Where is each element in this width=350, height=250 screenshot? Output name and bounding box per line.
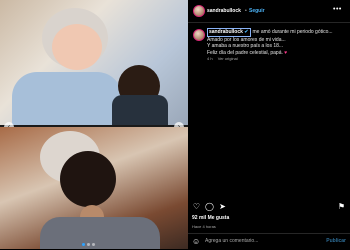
author-username[interactable]: sandrabullock	[207, 8, 241, 14]
carousel-dot[interactable]	[82, 243, 85, 246]
old-man-shirt-shape	[12, 72, 122, 125]
child-hair-shape	[60, 151, 116, 207]
see-original-link[interactable]: Ver original	[218, 56, 238, 61]
child-shirt-shape	[112, 95, 168, 125]
follow-button[interactable]: Seguir	[249, 8, 265, 14]
heart-emoji-icon: ♥	[284, 49, 288, 56]
verified-badge-icon: ✔	[244, 29, 249, 35]
carousel-dot[interactable]	[92, 243, 95, 246]
author-avatar[interactable]	[193, 5, 205, 17]
comment-composer: ☺ Publicar	[188, 233, 350, 250]
post-side-panel: sandrabullock • Seguir ••• sandrabullock…	[188, 0, 350, 249]
old-man-face-shape	[52, 24, 102, 70]
comment-icon[interactable]: ◯	[205, 202, 214, 211]
publish-button[interactable]: Publicar	[326, 238, 346, 244]
child-hugging-photo	[0, 127, 188, 249]
post-media-carousel[interactable]: ‹ ›	[0, 0, 188, 249]
caption-avatar[interactable]	[193, 29, 205, 41]
action-bar: ♡ ◯ ➤ ⚑	[192, 202, 346, 212]
caption-line-4: Feliz día del padre celestial, papá.	[207, 49, 283, 56]
caption-username[interactable]: sandrabullock ✔	[207, 28, 251, 37]
more-options-icon[interactable]: •••	[333, 6, 342, 13]
comment-input[interactable]	[205, 238, 315, 244]
caption-meta: 4 h Ver original	[207, 56, 238, 61]
instagram-post-view: ‹ › sandrabullock • Seguir ••• sandrabul…	[0, 0, 350, 249]
caption-time[interactable]: 4 h	[207, 56, 213, 61]
caption-line-2: Amado por los amores de mi vida...	[207, 36, 286, 43]
carousel-dot[interactable]	[87, 243, 90, 246]
emoji-icon[interactable]: ☺	[192, 237, 200, 246]
post-caption: sandrabullock ✔ me amó durante mi periodo…	[207, 28, 347, 56]
carousel-indicator	[82, 243, 95, 246]
clothing-shape	[40, 217, 160, 249]
caption-line-3: Y amaba a nuestro país a los 18...	[207, 43, 284, 49]
share-icon[interactable]: ➤	[218, 202, 227, 211]
caption-line-1: me amó durante mi periodo gótico...	[252, 29, 333, 35]
heart-outline-icon[interactable]: ♡	[192, 202, 201, 211]
old-man-with-child-photo	[0, 0, 188, 125]
likes-count[interactable]: 92 mil Me gusta	[192, 215, 229, 221]
post-date: Hace 4 horas	[192, 224, 216, 229]
bookmark-icon[interactable]: ⚑	[337, 202, 346, 211]
post-header: sandrabullock • Seguir •••	[188, 0, 350, 23]
header-separator: •	[245, 8, 247, 14]
